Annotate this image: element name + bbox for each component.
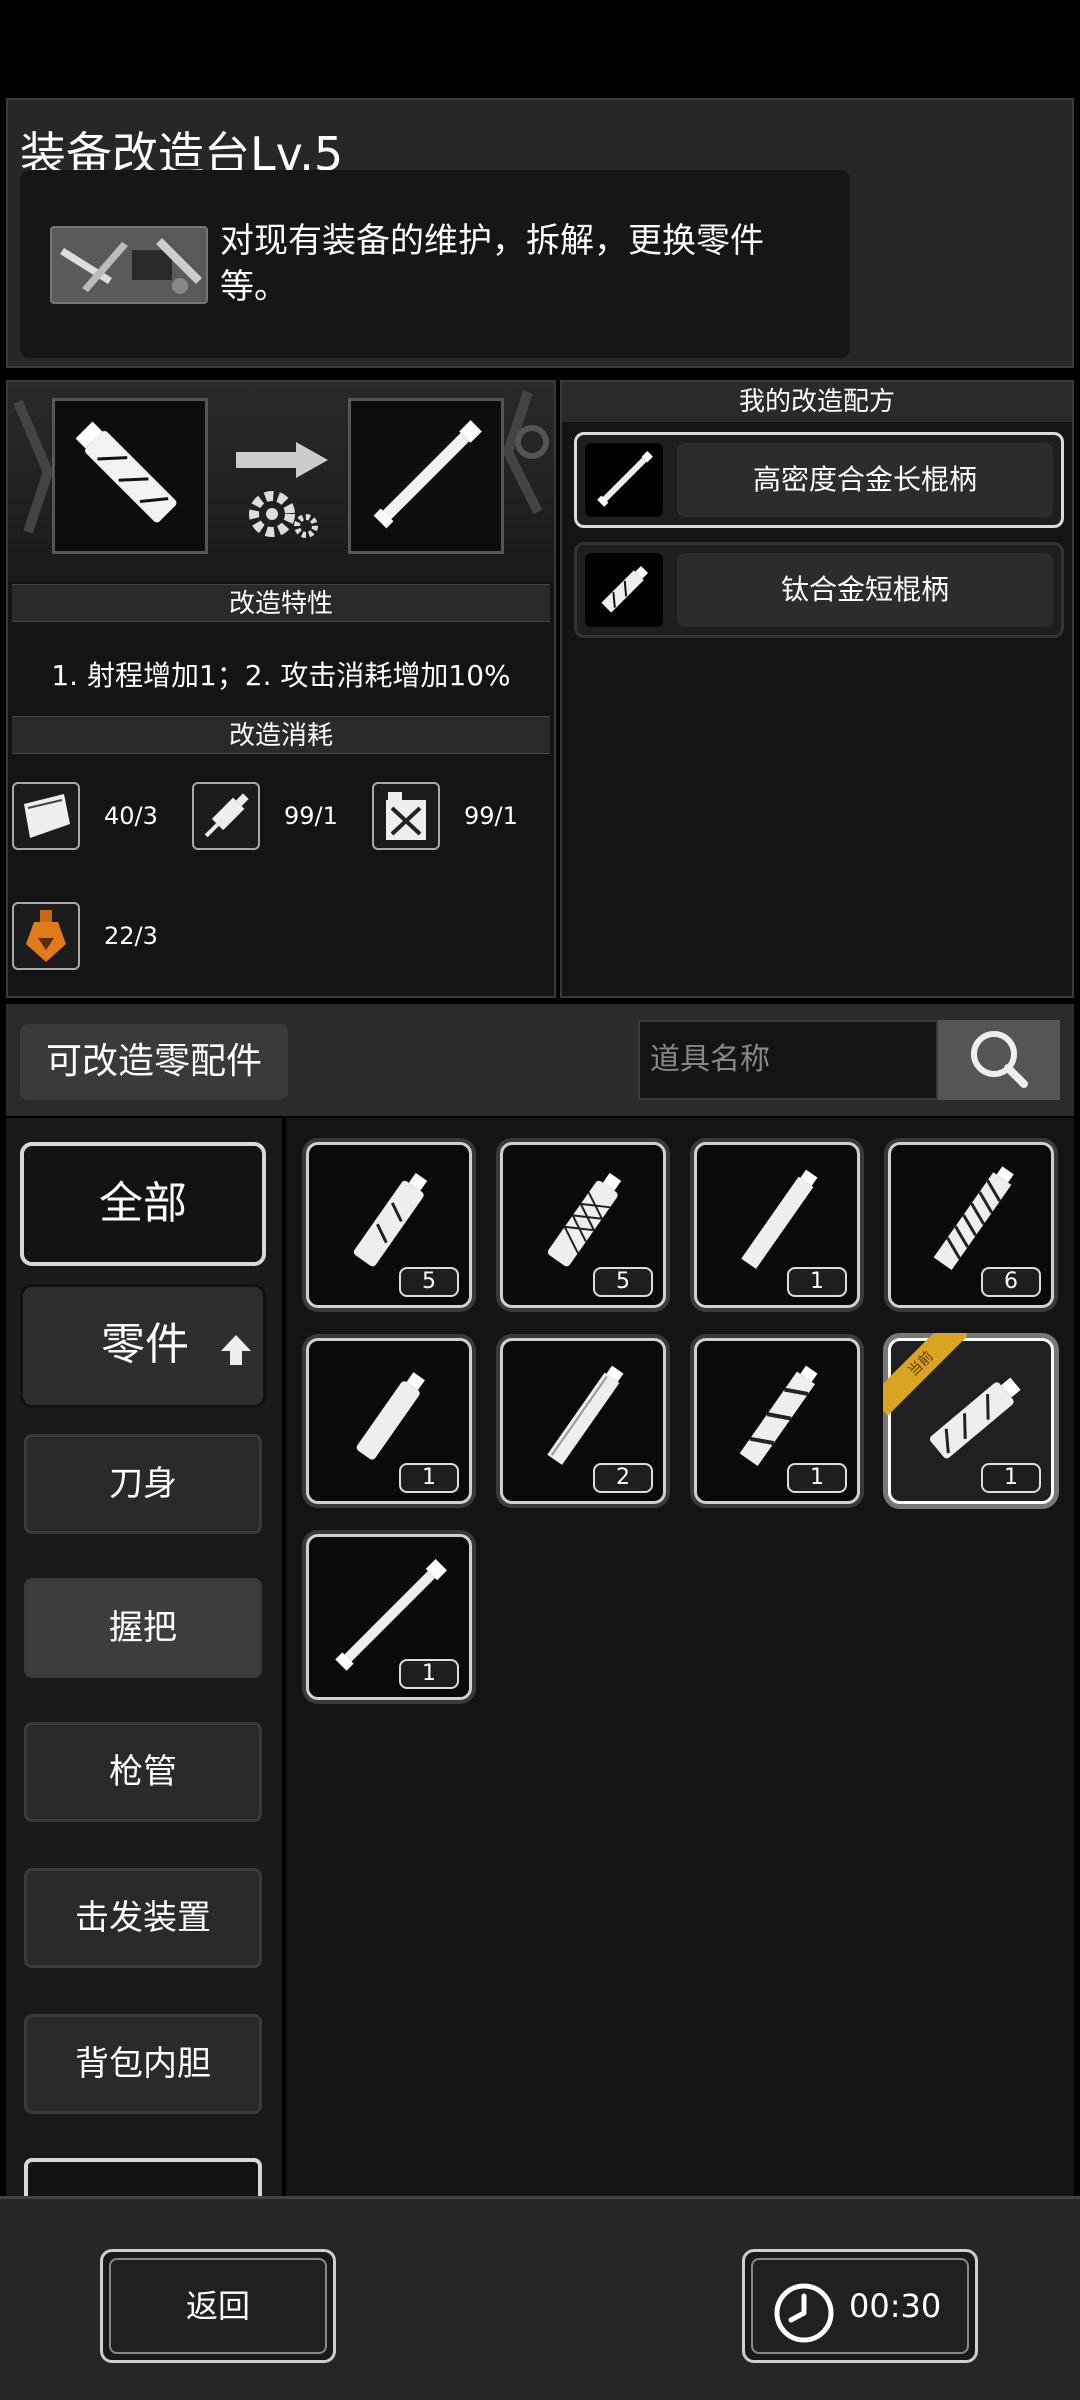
recipe-item[interactable]: 高密度合金长棍柄 [574, 432, 1064, 528]
item-count: 1 [399, 1659, 459, 1689]
current-badge: 当前 [883, 1333, 967, 1417]
item-count: 1 [787, 1267, 847, 1297]
workbench-tools-icon [50, 226, 208, 304]
category-barrel[interactable]: 枪管 [24, 1722, 262, 1822]
part-item[interactable]: 1 [694, 1338, 860, 1504]
recipes-panel: 我的改造配方 高密度合金长棍柄 钛合金短棍柄 [560, 380, 1074, 998]
description-text: 对现有装备的维护，拆解，更换零件等。 [220, 221, 764, 307]
cloth-icon [12, 782, 80, 850]
target-part-slot [348, 398, 504, 554]
parts-grid: 5 5 1 6 1 2 1 当前 1 1 [286, 1118, 1074, 2196]
category-backpack-lining[interactable]: 背包内胆 [24, 2014, 262, 2114]
modify-panel: 改造特性 1. 射程增加1；2. 攻击消耗增加10% 改造消耗 40/3 99/… [6, 380, 556, 998]
item-count: 2 [593, 1463, 653, 1493]
timer-button[interactable]: 00:30 [742, 2249, 978, 2363]
item-count: 1 [787, 1463, 847, 1493]
cost-syringe-value: 99/1 [284, 802, 338, 830]
item-count: 5 [399, 1267, 459, 1297]
syringe-icon [192, 782, 260, 850]
potion-bottle-icon [12, 902, 80, 970]
back-button-label: 返回 [109, 2258, 327, 2354]
part-item[interactable]: 6 [888, 1142, 1054, 1308]
part-item-current[interactable]: 当前 1 [883, 1333, 1054, 1504]
description-box: 对现有装备的维护，拆解，更换零件等。 [20, 170, 850, 358]
item-count: 6 [981, 1267, 1041, 1297]
recipe-item[interactable]: 钛合金短棍柄 [574, 542, 1064, 638]
source-part-slot [52, 398, 208, 554]
part-item[interactable]: 1 [306, 1338, 472, 1504]
parts-bar: 可改造零配件 道具名称 [6, 1004, 1074, 1116]
traits-text: 1. 射程增加1；2. 攻击消耗增加10% [51, 659, 511, 692]
part-item[interactable]: 1 [694, 1142, 860, 1308]
item-count: 1 [399, 1463, 459, 1493]
cost-fuel-value: 99/1 [464, 802, 518, 830]
bottom-bar: 返回 00:30 [0, 2196, 1080, 2400]
item-count: 5 [593, 1267, 653, 1297]
recipes-title: 我的改造配方 [562, 382, 1072, 422]
long-rod-icon [585, 443, 663, 517]
category-parts-label: 零件 [101, 1319, 189, 1370]
part-item[interactable]: 1 [306, 1534, 472, 1700]
category-grip[interactable]: 握把 [24, 1578, 262, 1678]
category-parts[interactable]: 零件 [20, 1284, 266, 1408]
cost-cloth-value: 40/3 [104, 802, 158, 830]
timer-inner: 00:30 [751, 2258, 969, 2354]
category-blade[interactable]: 刀身 [24, 1434, 262, 1534]
search-button[interactable] [938, 1020, 1060, 1100]
category-column: 全部 零件 刀身 握把 枪管 击发装置 背包内胆 [6, 1118, 282, 2196]
part-item[interactable]: 5 [500, 1142, 666, 1308]
cost-potion-value: 22/3 [104, 922, 158, 950]
arrow-up-icon [221, 1335, 251, 1365]
cost-title: 改造消耗 [12, 716, 550, 754]
arrow-right-gear-icon [230, 442, 334, 550]
search-input[interactable]: 道具名称 [638, 1020, 938, 1100]
recipe-name: 钛合金短棍柄 [677, 553, 1053, 627]
short-rod-icon [585, 553, 663, 627]
modify-banner [8, 382, 554, 582]
part-item[interactable]: 2 [500, 1338, 666, 1504]
parts-label: 可改造零配件 [20, 1024, 288, 1100]
category-all[interactable]: 全部 [20, 1142, 266, 1266]
fuel-can-icon [372, 782, 440, 850]
recipe-name: 高密度合金长棍柄 [677, 443, 1053, 517]
search-icon [971, 1031, 1028, 1088]
part-item[interactable]: 5 [306, 1142, 472, 1308]
clock-icon [774, 2283, 834, 2343]
category-more[interactable] [24, 2158, 262, 2196]
traits-title: 改造特性 [12, 584, 550, 622]
item-count: 1 [981, 1463, 1041, 1493]
header-panel: 装备改造台Lv.5 对现有装备的维护，拆解，更换零件等。 [6, 98, 1074, 368]
timer-text: 00:30 [849, 2287, 942, 2325]
category-trigger[interactable]: 击发装置 [24, 1868, 262, 1968]
back-button[interactable]: 返回 [100, 2249, 336, 2363]
